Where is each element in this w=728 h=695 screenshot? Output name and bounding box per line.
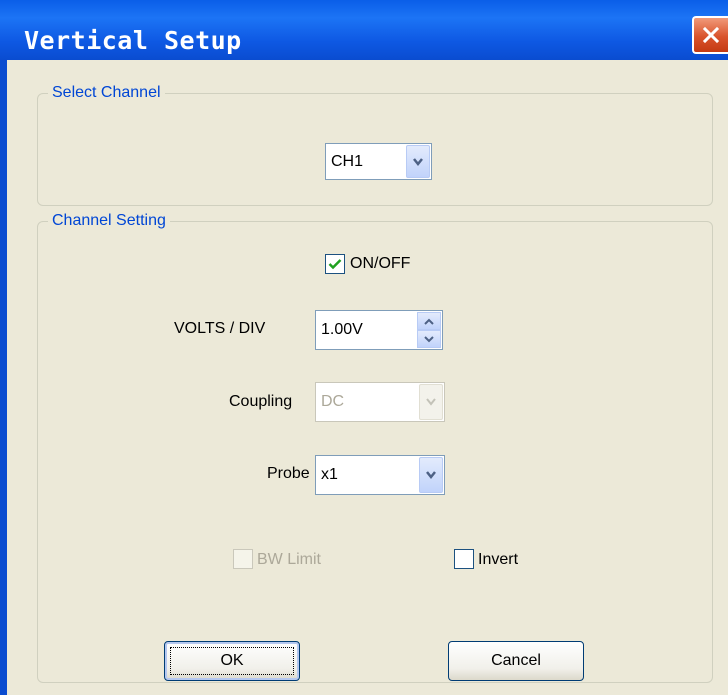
close-icon [702, 26, 720, 44]
chevron-down-icon [424, 335, 434, 342]
cancel-button-label: Cancel [491, 652, 541, 669]
channel-setting-group-label: Channel Setting [48, 211, 170, 231]
channel-select-value: CH1 [331, 152, 364, 170]
invert-checkbox[interactable] [454, 549, 474, 569]
bw-limit-checkbox [233, 549, 253, 569]
window-border [0, 60, 7, 695]
invert-label: Invert [478, 551, 519, 568]
on-off-checkbox[interactable] [325, 254, 345, 274]
volts-div-spin-buttons [417, 312, 441, 348]
on-off-label: ON/OFF [350, 255, 411, 272]
chevron-down-icon [413, 157, 423, 166]
chevron-down-icon [426, 398, 436, 406]
volts-div-value: 1.00V [321, 321, 363, 338]
channel-dropdown-button[interactable] [406, 145, 430, 178]
ok-button[interactable]: OK [164, 641, 300, 681]
volts-div-spinbox[interactable]: 1.00V [315, 310, 443, 350]
select-channel-group-label: Select Channel [48, 83, 165, 103]
select-channel-group: Select Channel CH1 [37, 83, 713, 206]
probe-value: x1 [321, 466, 338, 483]
bw-limit-label: BW Limit [257, 551, 321, 568]
focus-rectangle [170, 647, 294, 675]
chevron-down-icon [426, 471, 436, 480]
title-bar[interactable]: Vertical Setup [0, 0, 728, 60]
window-title: Vertical Setup [24, 26, 242, 55]
vertical-setup-dialog: Vertical Setup Select Channel CH1 Channe… [0, 0, 728, 695]
dialog-body: Select Channel CH1 Channel Setting ON/OF… [7, 60, 728, 695]
spin-up-button[interactable] [417, 312, 441, 330]
chevron-up-icon [424, 318, 434, 325]
volts-div-label: VOLTS / DIV [174, 320, 266, 337]
close-button[interactable] [692, 16, 728, 54]
channel-select[interactable]: CH1 [325, 143, 432, 180]
probe-label: Probe [267, 465, 310, 482]
channel-setting-group: Channel Setting ON/OFF VOLTS / DIV 1.00V [37, 211, 713, 683]
probe-select[interactable]: x1 [315, 455, 445, 495]
coupling-label: Coupling [229, 393, 293, 410]
spin-down-button[interactable] [417, 330, 441, 348]
coupling-dropdown-button [419, 384, 443, 420]
coupling-select: DC [315, 382, 445, 422]
probe-dropdown-button[interactable] [419, 457, 443, 493]
checkmark-icon [328, 259, 342, 270]
coupling-value: DC [321, 393, 345, 410]
cancel-button[interactable]: Cancel [448, 641, 584, 681]
